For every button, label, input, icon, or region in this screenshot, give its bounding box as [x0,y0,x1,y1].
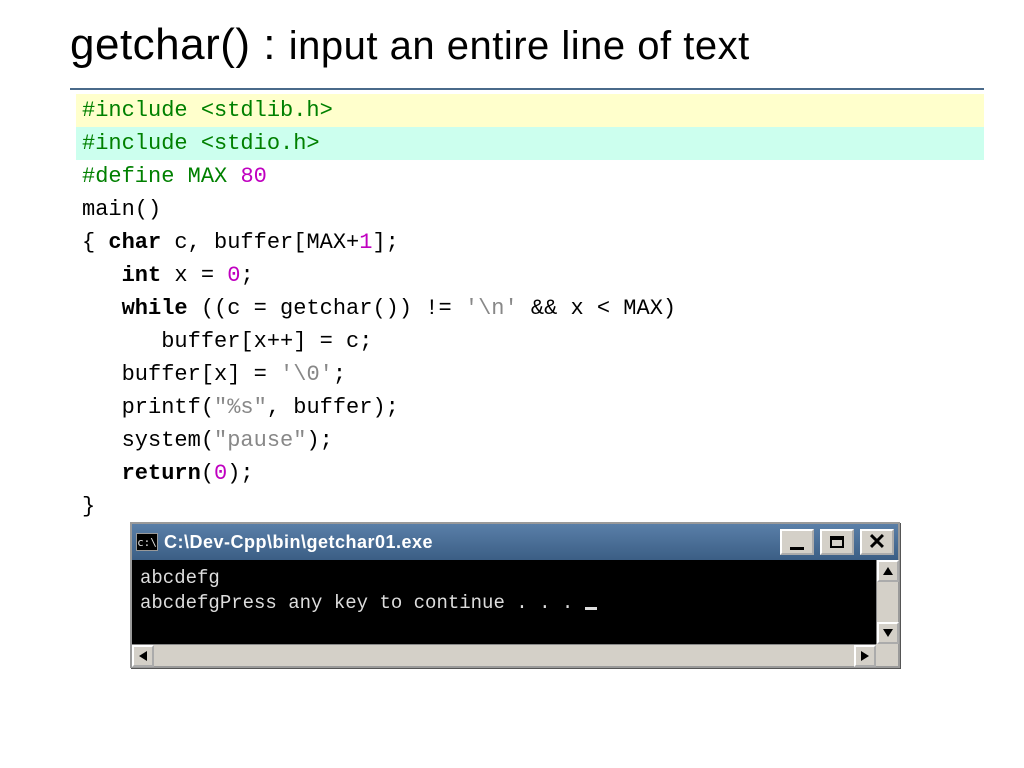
scroll-up-button[interactable] [877,560,899,582]
title-main: getchar() : [70,20,289,69]
console-line-2: abcdefgPress any key to continue . . . [140,592,585,614]
chevron-up-icon [883,567,893,575]
chevron-left-icon [139,651,147,661]
scroll-right-button[interactable] [854,645,876,667]
kw-while: while [122,296,188,321]
title-sub: input an entire line of text [289,24,750,68]
scroll-left-button[interactable] [132,645,154,667]
code-editor: #include <stdlib.h> #include <stdio.h> #… [70,88,984,523]
minimize-button[interactable] [780,529,814,555]
scroll-down-button[interactable] [877,622,899,644]
code-line-4: main() [76,193,984,226]
resize-grip[interactable] [876,644,898,666]
chevron-right-icon [861,651,869,661]
code-line-1: #include <stdlib.h> [82,98,333,123]
console-line-1: abcdefg [140,566,890,591]
console-window: c:\ C:\Dev-Cpp\bin\getchar01.exe ✕ abcde… [130,522,900,668]
console-icon: c:\ [136,533,158,551]
kw-return: return [122,461,201,486]
console-titlebar[interactable]: c:\ C:\Dev-Cpp\bin\getchar01.exe ✕ [132,524,898,560]
vertical-scrollbar[interactable] [876,560,898,644]
maximize-button[interactable] [820,529,854,555]
horizontal-scrollbar[interactable] [132,644,876,666]
code-line-13: } [76,490,984,523]
console-title: C:\Dev-Cpp\bin\getchar01.exe [164,532,774,553]
close-button[interactable]: ✕ [860,529,894,555]
console-output[interactable]: abcdefg abcdefgPress any key to continue… [132,560,898,666]
code-line-8: buffer[x++] = c; [76,325,984,358]
code-line-3a: #define MAX [82,164,240,189]
page-title: getchar() : input an entire line of text [70,20,984,70]
code-line-3n: 80 [240,164,266,189]
chevron-down-icon [883,629,893,637]
kw-char: char [108,230,161,255]
kw-int: int [122,263,162,288]
code-line-2: #include <stdio.h> [82,131,320,156]
cursor-icon [585,607,597,610]
